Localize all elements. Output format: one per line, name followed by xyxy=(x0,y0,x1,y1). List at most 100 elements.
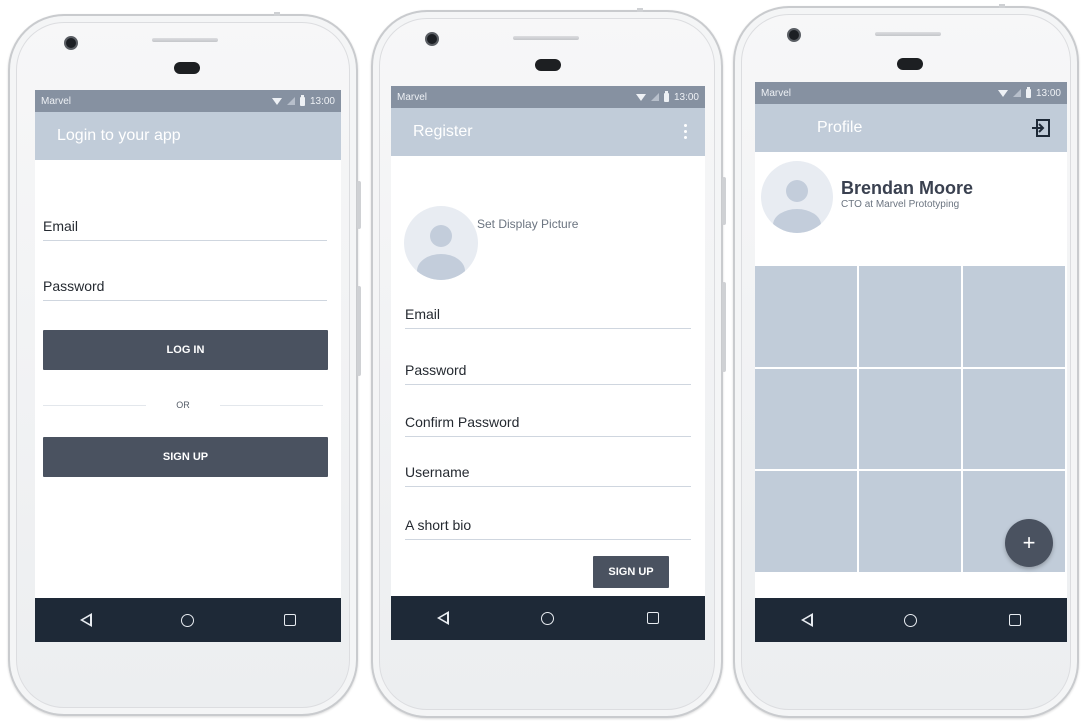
screen-profile: Marvel 13:00 Profile Brendan Moore CTO a… xyxy=(755,82,1067,642)
screen-register: Marvel 13:00 Register Set Display Pictur… xyxy=(391,86,705,640)
email-field-label: Email xyxy=(43,218,79,234)
signup-button-label: SIGN UP xyxy=(608,566,654,578)
page-title: Profile xyxy=(817,119,863,136)
front-camera-icon xyxy=(425,32,439,46)
avatar-placeholder[interactable] xyxy=(404,206,478,280)
signup-button-label: SIGN UP xyxy=(162,451,209,463)
front-camera-icon xyxy=(787,28,801,42)
earpiece xyxy=(174,62,200,74)
password-field-label: Password xyxy=(405,362,467,378)
password-field[interactable]: Password xyxy=(43,278,327,301)
recent-apps-icon[interactable] xyxy=(646,612,659,624)
home-icon[interactable] xyxy=(541,611,555,625)
password-field-label: Password xyxy=(43,278,105,294)
nav-bar xyxy=(391,596,705,640)
phone-profile: Marvel 13:00 Profile Brendan Moore CTO a… xyxy=(733,4,1079,718)
earpiece xyxy=(535,59,561,71)
screen-login: Marvel 13:00 Login to your app Email Pas… xyxy=(35,90,341,642)
photo-tile[interactable] xyxy=(963,368,1065,470)
app-bar: Profile xyxy=(755,104,1067,152)
username-field[interactable]: Username xyxy=(405,464,691,487)
photo-tile[interactable] xyxy=(755,368,857,470)
recent-apps-icon[interactable] xyxy=(1009,614,1022,626)
username-field-label: Username xyxy=(405,464,470,480)
email-field[interactable]: Email xyxy=(43,218,327,241)
speaker-grille xyxy=(513,36,579,40)
home-icon[interactable] xyxy=(181,613,195,627)
back-icon[interactable] xyxy=(437,611,450,625)
profile-name: Brendan Moore xyxy=(841,178,974,198)
recent-apps-icon[interactable] xyxy=(284,614,297,626)
phone-top-button xyxy=(999,4,1005,8)
earpiece xyxy=(897,58,923,70)
status-bar: Marvel 13:00 xyxy=(391,86,705,108)
status-icons: 13:00 xyxy=(271,94,335,107)
confirm-password-field[interactable]: Confirm Password xyxy=(405,414,691,437)
avatar-head xyxy=(786,180,808,202)
volume-button xyxy=(357,181,361,229)
home-icon[interactable] xyxy=(904,613,918,627)
plus-icon: + xyxy=(1022,530,1036,555)
signal-icon xyxy=(1012,89,1021,97)
avatar-body xyxy=(773,209,821,233)
status-time: 13:00 xyxy=(673,91,699,103)
photo-tile[interactable] xyxy=(859,471,961,572)
photo-tile[interactable] xyxy=(859,266,961,367)
email-field-label: Email xyxy=(405,306,441,322)
photo-tile[interactable] xyxy=(963,266,1065,367)
photo-tile[interactable] xyxy=(755,266,857,367)
status-icons: 13:00 xyxy=(997,86,1061,99)
login-button[interactable]: LOG IN xyxy=(43,330,328,370)
signal-icon xyxy=(650,93,659,101)
status-time: 13:00 xyxy=(309,95,335,107)
avatar-body xyxy=(417,254,465,280)
carrier-label: Marvel xyxy=(397,91,428,103)
power-button xyxy=(722,282,726,372)
confirm-password-field-label: Confirm Password xyxy=(405,414,520,430)
speaker-grille xyxy=(875,32,941,36)
exit-icon[interactable] xyxy=(1031,118,1051,138)
back-icon[interactable] xyxy=(800,613,813,627)
divider-line-left xyxy=(43,404,147,406)
carrier-label: Marvel xyxy=(761,87,792,99)
back-icon[interactable] xyxy=(79,613,92,627)
divider-line-right xyxy=(219,404,323,406)
password-field[interactable]: Password xyxy=(405,362,691,385)
more-vert-icon[interactable] xyxy=(684,124,687,139)
nav-bar xyxy=(755,598,1067,642)
login-button-label: LOG IN xyxy=(166,344,205,356)
speaker-grille xyxy=(152,38,218,42)
power-button xyxy=(357,286,361,376)
signup-button[interactable]: SIGN UP xyxy=(43,437,328,477)
app-bar: Register xyxy=(391,108,705,156)
status-icons: 13:00 xyxy=(635,90,699,103)
photo-tile[interactable] xyxy=(755,471,857,572)
status-time: 13:00 xyxy=(1035,87,1061,99)
wifi-icon xyxy=(997,89,1008,97)
status-bar: Marvel 13:00 xyxy=(755,82,1067,104)
phone-top-button xyxy=(274,12,280,16)
set-display-picture-link[interactable]: Set Display Picture xyxy=(477,217,578,231)
add-fab-button[interactable]: + xyxy=(1005,519,1053,567)
phone-top-button xyxy=(637,8,643,12)
avatar-head xyxy=(430,225,452,247)
nav-bar xyxy=(35,598,341,642)
status-bar: Marvel 13:00 xyxy=(35,90,341,112)
page-title: Login to your app xyxy=(57,127,181,144)
carrier-label: Marvel xyxy=(41,95,72,107)
or-label: OR xyxy=(176,400,190,410)
page-title: Register xyxy=(413,123,473,140)
photo-tile[interactable] xyxy=(859,368,961,470)
bio-field[interactable]: A short bio xyxy=(405,517,691,540)
signup-button[interactable]: SIGN UP xyxy=(593,556,669,588)
profile-subtitle: CTO at Marvel Prototyping xyxy=(841,199,960,210)
wifi-icon xyxy=(271,97,282,105)
front-camera-icon xyxy=(64,36,78,50)
bio-field-label: A short bio xyxy=(405,517,472,533)
profile-avatar xyxy=(761,161,833,233)
battery-icon xyxy=(299,94,305,106)
battery-icon xyxy=(663,90,669,102)
or-divider: OR xyxy=(43,400,323,410)
email-field[interactable]: Email xyxy=(405,306,691,329)
app-bar: Login to your app xyxy=(35,112,341,160)
